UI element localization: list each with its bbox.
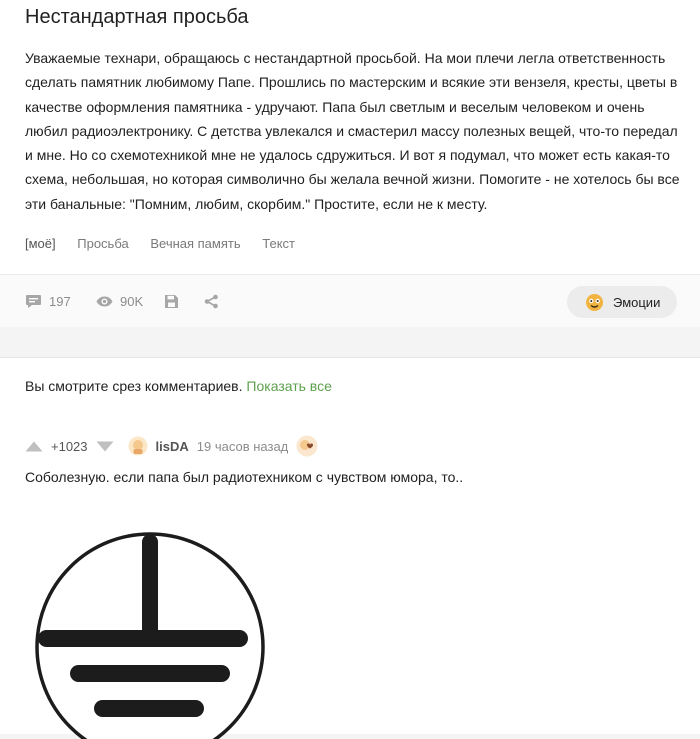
share-button[interactable] (204, 275, 219, 327)
eye-icon (96, 296, 113, 306)
comment-rating: +1023 (51, 438, 88, 454)
comment-header: +1023 lisDA 19 часов назад (25, 435, 318, 457)
comment-text: Соболезную. если папа был радиотехником … (25, 469, 464, 485)
post-tags: [моё] Просьба Вечная память Текст (25, 236, 313, 251)
comment-bubble-icon (26, 294, 41, 308)
downvote-arrow-icon[interactable] (96, 441, 114, 452)
save-button[interactable] (164, 275, 179, 327)
share-icon (204, 294, 218, 308)
tag-eternal-memory[interactable]: Вечная память (150, 236, 240, 251)
post-title[interactable]: Нестандартная просьба (25, 6, 248, 29)
views-stat: 90K (96, 275, 143, 327)
heart-badge-icon (296, 435, 318, 457)
floppy-disk-icon (165, 294, 178, 308)
tag-request[interactable]: Просьба (77, 236, 128, 251)
avatar-icon[interactable] (128, 436, 148, 456)
post-body: Уважаемые технари, обращаюсь с нестандар… (25, 50, 680, 212)
emoji-face-icon (586, 293, 603, 311)
comment-time[interactable]: 19 часов назад (197, 439, 289, 454)
upvote-arrow-icon[interactable] (25, 441, 43, 452)
tag-text[interactable]: Текст (262, 236, 295, 251)
post-footer: 197 90K Эмоции (0, 274, 700, 327)
views-count: 90K (120, 293, 144, 309)
post-card: Нестандартная просьба Уважаемые технари,… (0, 0, 700, 327)
comment: +1023 lisDA 19 часов назад Соболезную. е… (0, 413, 700, 739)
comment-username[interactable]: lisDA (156, 439, 189, 454)
emotions-button[interactable]: Эмоции (567, 286, 677, 318)
protective-earth-ground-icon[interactable] (32, 529, 272, 739)
comments-stat[interactable]: 197 (25, 275, 71, 327)
comments-slice-bar: Вы смотрите срез комментариев. Показать … (0, 357, 700, 414)
show-all-comments-link[interactable]: Показать все (246, 378, 331, 394)
comments-slice-text: Вы смотрите срез комментариев. (25, 378, 243, 394)
emotions-label: Эмоции (613, 294, 661, 310)
comments-count: 197 (49, 293, 71, 309)
comments-slice-notice: Вы смотрите срез комментариев. Показать … (25, 378, 332, 394)
tag-mine[interactable]: [моё] (25, 236, 56, 251)
